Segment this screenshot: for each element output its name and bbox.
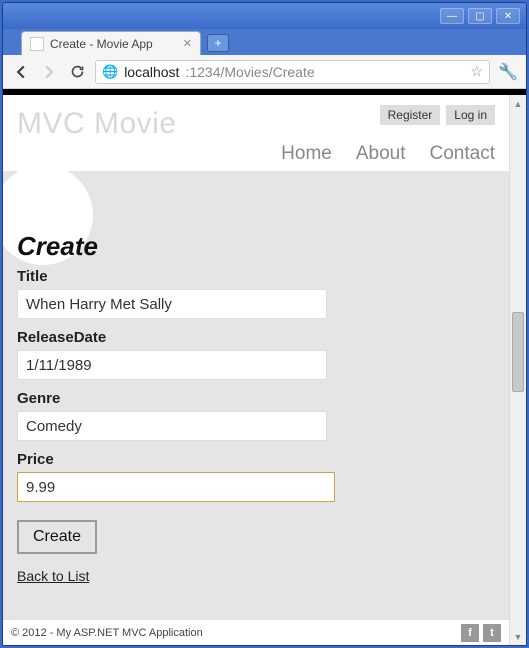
auth-links: Register Log in: [380, 105, 495, 125]
tab-title: Create - Movie App: [50, 37, 153, 51]
browser-toolbar: 🌐 localhost :1234/Movies/Create ☆ 🔧: [3, 55, 526, 89]
close-window-button[interactable]: ✕: [496, 8, 520, 24]
browser-tab[interactable]: Create - Movie App ✕: [21, 31, 201, 55]
footer-text: © 2012 - My ASP.NET MVC Application: [11, 627, 203, 639]
input-release-date[interactable]: [17, 350, 327, 380]
globe-icon: 🌐: [102, 64, 118, 80]
reload-button[interactable]: [67, 62, 87, 82]
page-body: MVC Movie Register Log in Home About Con…: [3, 95, 509, 645]
scroll-thumb[interactable]: [512, 312, 524, 392]
window-title-bar: — ▢ ✕: [3, 3, 526, 29]
site-header: MVC Movie Register Log in Home About Con…: [3, 95, 509, 171]
scroll-down-icon[interactable]: ▼: [510, 628, 526, 645]
label-title: Title: [17, 268, 495, 285]
tab-strip: Create - Movie App ✕ +: [3, 29, 526, 55]
input-genre[interactable]: [17, 411, 327, 441]
footer-social: f t: [461, 624, 501, 642]
nav-contact[interactable]: Contact: [430, 143, 495, 165]
input-title[interactable]: [17, 289, 327, 319]
maximize-button[interactable]: ▢: [468, 8, 492, 24]
field-genre: Genre: [17, 390, 495, 441]
field-title: Title: [17, 268, 495, 319]
register-link[interactable]: Register: [380, 105, 441, 125]
label-price: Price: [17, 451, 495, 468]
label-release-date: ReleaseDate: [17, 329, 495, 346]
facebook-icon[interactable]: f: [461, 624, 479, 642]
minimize-button[interactable]: —: [440, 8, 464, 24]
page-title: Create: [17, 231, 495, 262]
scroll-up-icon[interactable]: ▲: [510, 95, 526, 112]
vertical-scrollbar[interactable]: ▲ ▼: [509, 95, 526, 645]
create-button[interactable]: Create: [17, 520, 97, 554]
nav-home[interactable]: Home: [281, 143, 332, 165]
reload-icon: [70, 64, 85, 79]
twitter-icon[interactable]: t: [483, 624, 501, 642]
forward-button: [39, 62, 59, 82]
settings-wrench-icon[interactable]: 🔧: [498, 62, 518, 82]
field-release-date: ReleaseDate: [17, 329, 495, 380]
label-genre: Genre: [17, 390, 495, 407]
new-tab-button[interactable]: +: [207, 34, 229, 52]
site-footer: © 2012 - My ASP.NET MVC Application f t: [3, 619, 509, 645]
favicon-icon: [30, 37, 44, 51]
field-price: Price: [17, 451, 495, 502]
login-link[interactable]: Log in: [446, 105, 495, 125]
input-price[interactable]: [17, 472, 335, 502]
bookmark-star-icon[interactable]: ☆: [471, 63, 484, 80]
primary-nav: Home About Contact: [281, 143, 495, 165]
scroll-track[interactable]: [510, 112, 526, 628]
main-content: Create Title ReleaseDate Genre Price: [3, 171, 509, 600]
submit-row: Create: [17, 520, 495, 554]
address-bar[interactable]: 🌐 localhost :1234/Movies/Create ☆: [95, 60, 490, 84]
browser-window: — ▢ ✕ Create - Movie App ✕ + 🌐 localhost…: [2, 2, 527, 646]
arrow-left-icon: [14, 65, 28, 79]
nav-about[interactable]: About: [356, 143, 406, 165]
close-tab-icon[interactable]: ✕: [183, 37, 192, 50]
back-to-list-link[interactable]: Back to List: [17, 568, 89, 584]
url-host: localhost: [124, 64, 179, 80]
back-button[interactable]: [11, 62, 31, 82]
arrow-right-icon: [42, 65, 56, 79]
url-path: :1234/Movies/Create: [185, 64, 314, 80]
page-viewport: MVC Movie Register Log in Home About Con…: [3, 89, 526, 645]
